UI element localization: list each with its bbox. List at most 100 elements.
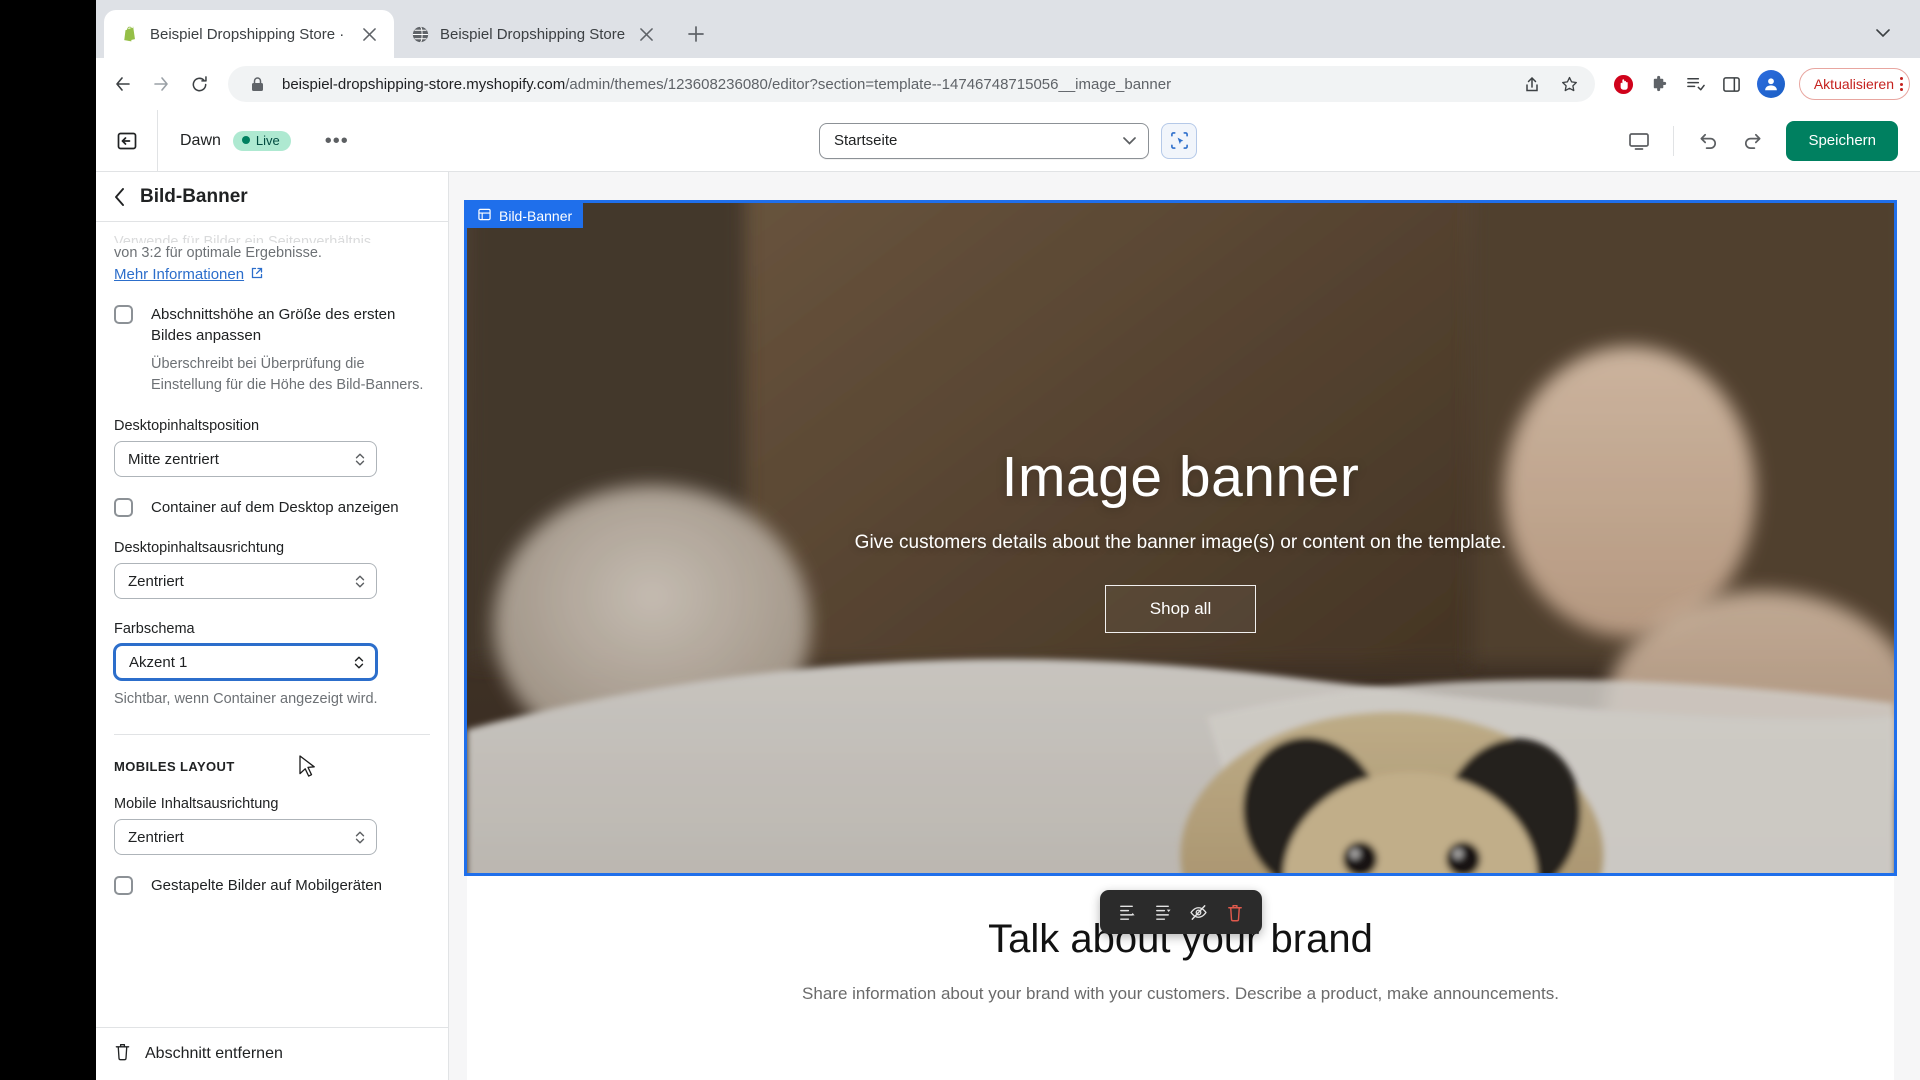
kebab-menu-icon[interactable] <box>1900 77 1903 91</box>
url-host: beispiel-dropshipping-store.myshopify.co… <box>282 75 566 93</box>
select-value: Zentriert <box>128 828 184 846</box>
divider <box>114 734 430 735</box>
move-down-icon[interactable] <box>1148 897 1178 927</box>
exit-editor-icon[interactable] <box>96 110 158 171</box>
editor-body: Bild-Banner Verwende für Bilder ein Seit… <box>96 172 1920 1080</box>
editor-topbar: Dawn Live ••• Startseite Speichern <box>96 110 1920 172</box>
shopify-icon <box>120 24 140 44</box>
puzzle-extensions-icon[interactable] <box>1645 69 1675 99</box>
address-bar-text: beispiel-dropshipping-store.myshopify.co… <box>282 76 1507 93</box>
mobile-content-alignment-field: Mobile Inhaltsausrichtung Zentriert <box>114 796 430 855</box>
hide-section-icon[interactable] <box>1184 897 1214 927</box>
theme-name: Dawn <box>180 131 221 149</box>
close-icon[interactable] <box>358 23 380 45</box>
save-button[interactable]: Speichern <box>1786 120 1898 161</box>
star-icon[interactable] <box>1557 71 1583 97</box>
sidebar-scroll-area[interactable]: Verwende für Bilder ein Seitenverhältnis… <box>96 222 448 1027</box>
checkbox-icon[interactable] <box>114 305 133 324</box>
desktop-content-alignment-label: Desktopinhaltsausrichtung <box>114 540 285 556</box>
tab-title: Beispiel Dropshipping Store <box>440 25 626 43</box>
select-value: Mitte zentriert <box>128 450 219 468</box>
select-value: Akzent 1 <box>129 653 188 671</box>
section-icon <box>478 208 491 224</box>
shop-all-button[interactable]: Shop all <box>1104 584 1257 633</box>
profile-avatar[interactable] <box>1756 70 1785 98</box>
section-floating-toolbar <box>1099 890 1262 934</box>
desktop-content-alignment-select[interactable]: Zentriert <box>114 563 377 599</box>
color-scheme-select[interactable]: Akzent 1 <box>114 644 377 680</box>
image-banner-section[interactable]: Bild-Banner Image banner Give customers … <box>464 200 1897 876</box>
new-tab-button[interactable] <box>679 17 713 51</box>
undo-icon[interactable] <box>1688 121 1728 161</box>
stepper-icon <box>355 452 365 467</box>
checkbox-icon[interactable] <box>114 876 133 895</box>
select-value: Zentriert <box>128 572 184 590</box>
adapt-height-hint: Überschreibt bei Überprüfung die Einstel… <box>151 356 424 393</box>
color-scheme-hint: Sichtbar, wenn Container angezeigt wird. <box>114 691 378 707</box>
stepper-icon <box>355 574 365 589</box>
trash-icon <box>114 1042 131 1066</box>
address-bar[interactable]: beispiel-dropshipping-store.myshopify.co… <box>228 66 1595 102</box>
inspector-icon[interactable] <box>1161 122 1197 159</box>
more-info-link[interactable]: Mehr Informationen <box>114 266 263 283</box>
delete-section-icon[interactable] <box>1220 897 1250 927</box>
desktop-view-icon[interactable] <box>1619 121 1659 161</box>
desktop-content-position-select[interactable]: Mitte zentriert <box>114 441 377 477</box>
editor-center-controls: Startseite <box>819 122 1197 159</box>
external-link-icon <box>251 266 263 283</box>
page-selector[interactable]: Startseite <box>819 122 1149 159</box>
theme-more-button[interactable]: ••• <box>317 130 357 152</box>
tab-title: Beispiel Dropshipping Store · D <box>150 25 348 43</box>
close-icon[interactable] <box>635 23 657 45</box>
section-tag-label: Bild-Banner <box>499 207 573 224</box>
preview-pane: Bild-Banner Image banner Give customers … <box>449 172 1920 1080</box>
color-scheme-label: Farbschema <box>114 621 195 637</box>
mobile-content-alignment-select[interactable]: Zentriert <box>114 819 377 855</box>
editor-right-controls: Speichern <box>1619 120 1920 161</box>
color-scheme-field: Farbschema Akzent 1 Sichtbar, wenn Conta… <box>114 621 430 710</box>
remove-section-button[interactable]: Abschnitt entfernen <box>96 1027 448 1080</box>
side-panel-icon[interactable] <box>1717 69 1747 99</box>
adapt-height-checkbox-row[interactable]: Abschnittshöhe an Größe des ersten Bilde… <box>114 304 430 346</box>
mouse-cursor <box>299 755 316 784</box>
url-path: /admin/themes/123608236080/editor?sectio… <box>565 75 1172 93</box>
show-container-checkbox-row[interactable]: Container auf dem Desktop anzeigen <box>114 497 430 518</box>
aspect-hint: von 3:2 für optimale Ergebnisse. <box>114 245 322 261</box>
update-browser-button[interactable]: Aktualisieren <box>1798 68 1910 100</box>
chevron-down-icon[interactable] <box>1866 16 1900 50</box>
stacked-images-checkbox-row[interactable]: Gestapelte Bilder auf Mobilgeräten <box>114 875 430 896</box>
more-info-label: Mehr Informationen <box>114 266 245 283</box>
chevron-left-icon[interactable] <box>114 187 126 206</box>
browser-tab-2[interactable]: Beispiel Dropshipping Store <box>394 10 671 58</box>
status-badge: Live <box>232 130 291 151</box>
theme-editor: Dawn Live ••• Startseite Speichern Bild-… <box>96 110 1920 1080</box>
update-label: Aktualisieren <box>1813 76 1894 92</box>
share-icon[interactable] <box>1519 71 1545 97</box>
page-title: Bild-Banner <box>140 185 248 207</box>
screen: Beispiel Dropshipping Store · D Beispiel… <box>0 0 1920 1080</box>
sidebar-header: Bild-Banner <box>96 172 448 222</box>
back-arrow-icon[interactable] <box>106 67 140 101</box>
redo-icon[interactable] <box>1732 121 1772 161</box>
banner-heading: Image banner <box>1001 444 1360 509</box>
preview-frame: Bild-Banner Image banner Give customers … <box>464 200 1897 1080</box>
forward-arrow-icon[interactable] <box>144 67 178 101</box>
banner-subheading: Give customers details about the banner … <box>854 531 1507 553</box>
show-container-label: Container auf dem Desktop anzeigen <box>151 499 399 516</box>
settings-sidebar: Bild-Banner Verwende für Bilder ein Seit… <box>96 172 449 1080</box>
desktop-content-position-field: Desktopinhaltsposition Mitte zentriert <box>114 418 430 477</box>
browser-tab-1[interactable]: Beispiel Dropshipping Store · D <box>104 10 394 58</box>
banner-content: Image banner Give customers details abou… <box>467 203 1894 873</box>
reading-list-icon[interactable] <box>1681 69 1711 99</box>
aspect-hint-clipped: Verwende für Bilder ein Seitenverhältnis <box>114 234 372 243</box>
adblock-icon[interactable] <box>1609 69 1639 99</box>
desktop-content-alignment-field: Desktopinhaltsausrichtung Zentriert <box>114 540 430 599</box>
reload-icon[interactable] <box>182 67 216 101</box>
next-section-paragraph: Share information about your brand with … <box>802 984 1559 1003</box>
remove-section-label: Abschnitt entfernen <box>145 1045 283 1062</box>
checkbox-icon[interactable] <box>114 498 133 517</box>
browser-toolbar: beispiel-dropshipping-store.myshopify.co… <box>96 58 1920 110</box>
move-up-icon[interactable] <box>1112 897 1142 927</box>
section-tag: Bild-Banner <box>467 203 584 228</box>
desktop-content-position-label: Desktopinhaltsposition <box>114 418 260 434</box>
